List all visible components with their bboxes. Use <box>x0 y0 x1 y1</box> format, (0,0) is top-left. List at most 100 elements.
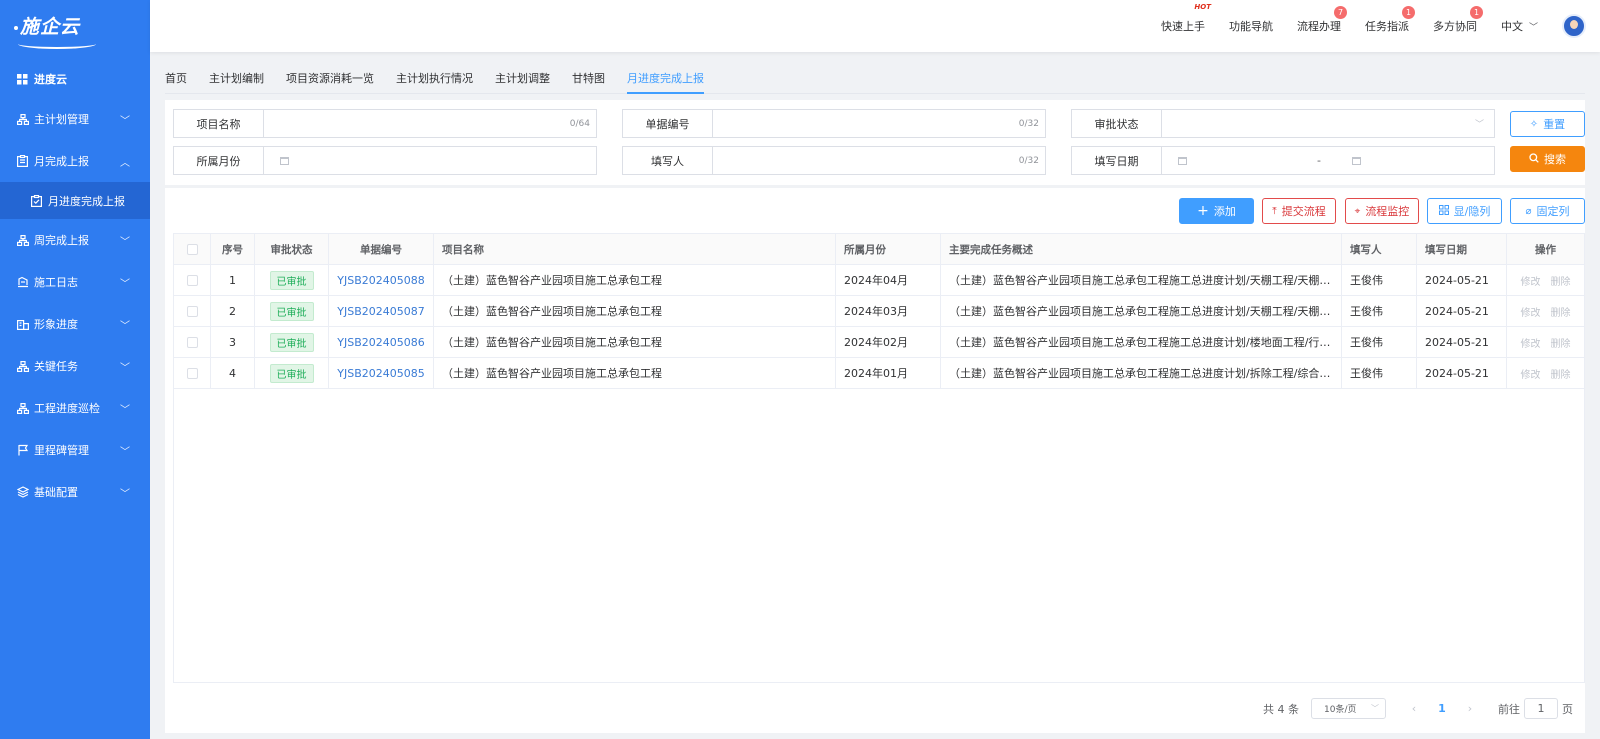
next-page-button[interactable]: › <box>1456 702 1484 715</box>
fix-columns-button[interactable]: ⌀ 固定列 <box>1510 198 1585 224</box>
fill-date-range[interactable]: - <box>1162 147 1494 174</box>
sidebar-item-label: 进度云 <box>34 73 67 86</box>
sidebar-item-master-plan[interactable]: 主计划管理 ﹀ <box>0 98 150 140</box>
select-all-checkbox[interactable] <box>186 243 198 255</box>
row-select-cell[interactable] <box>174 358 211 388</box>
doc-no-field: 单据编号 0/32 <box>622 109 1046 138</box>
row-no: 1 <box>211 265 255 295</box>
table-row[interactable]: 1 已审批 YJSB202405088 （土建）蓝色智谷产业园项目施工总承包工程… <box>174 265 1584 296</box>
page-size-select[interactable]: 10条/页 ﹀ <box>1311 698 1386 719</box>
sidebar-item-base-config[interactable]: 基础配置 ﹀ <box>0 471 150 513</box>
process-monitor-button[interactable]: ⌖ 流程监控 <box>1345 198 1419 224</box>
row-checkbox[interactable] <box>186 336 198 348</box>
row-ops: 修改 删除 <box>1507 296 1584 326</box>
sidebar-item-label: 月完成上报 <box>34 155 89 168</box>
broom-icon: ✧ <box>1529 118 1539 130</box>
approval-status-select[interactable]: ﹀ <box>1162 110 1494 137</box>
tab-master-plan-adjust[interactable]: 主计划调整 <box>495 60 550 94</box>
row-status-cell: 已审批 <box>255 358 329 388</box>
delete-button[interactable]: 删除 <box>1551 366 1571 381</box>
col-header-project: 项目名称 <box>434 234 836 264</box>
chevron-down-icon: ﹀ <box>120 115 130 127</box>
tab-home[interactable]: 首页 <box>165 60 187 94</box>
row-project: （土建）蓝色智谷产业园项目施工总承包工程 <box>434 296 836 326</box>
add-button[interactable]: + 添加 <box>1179 198 1254 224</box>
char-counter: 0/32 <box>1018 155 1039 166</box>
row-checkbox[interactable] <box>186 305 198 317</box>
sidebar-item-milestones[interactable]: 里程碑管理 ﹀ <box>0 429 150 471</box>
chevron-down-icon: ﹀ <box>120 278 130 290</box>
fill-date-field: 填写日期 - <box>1071 146 1495 175</box>
row-select-cell[interactable] <box>174 265 211 295</box>
table-row[interactable]: 2 已审批 YJSB202405087 （土建）蓝色智谷产业园项目施工总承包工程… <box>174 296 1584 327</box>
doc-code-link[interactable]: YJSB202405086 <box>337 336 424 349</box>
edit-button[interactable]: 修改 <box>1521 335 1541 350</box>
clipboard-check-icon <box>30 194 43 207</box>
delete-button[interactable]: 删除 <box>1551 304 1571 319</box>
col-header-user: 填写人 <box>1342 234 1417 264</box>
prev-page-button[interactable]: ‹ <box>1400 702 1428 715</box>
page-suffix: 页 <box>1562 702 1573 716</box>
sidebar-item-monthly-report[interactable]: 月完成上报 ︿ <box>0 140 150 182</box>
doc-code-link[interactable]: YJSB202405085 <box>337 367 424 380</box>
row-select-cell[interactable] <box>174 296 211 326</box>
col-header-code: 单据编号 <box>329 234 434 264</box>
crosshair-icon: ⌖ <box>1354 205 1361 217</box>
doc-code-link[interactable]: YJSB202405088 <box>337 274 424 287</box>
clipboard-icon <box>16 155 29 168</box>
function-nav-link[interactable]: 功能导航 <box>1229 18 1273 34</box>
edit-button[interactable]: 修改 <box>1521 366 1541 381</box>
sidebar-item-label: 施工日志 <box>34 276 78 289</box>
filler-input[interactable]: 0/32 <box>713 147 1045 174</box>
tab-master-plan-execution[interactable]: 主计划执行情况 <box>396 60 473 94</box>
app-logo[interactable]: 施企云 <box>0 0 150 58</box>
tab-monthly-progress-report[interactable]: 月进度完成上报 <box>627 60 704 94</box>
col-header-status: 审批状态 <box>255 234 329 264</box>
row-checkbox[interactable] <box>186 274 198 286</box>
row-select-cell[interactable] <box>174 327 211 357</box>
status-badge: 已审批 <box>269 363 314 383</box>
row-desc-cell: （土建）蓝色智谷产业园项目施工总承包工程施工总进度计划/天棚工程/天棚喷漆... <box>941 296 1342 326</box>
edit-button[interactable]: 修改 <box>1521 273 1541 288</box>
avatar[interactable] <box>1562 14 1586 38</box>
doc-no-label: 单据编号 <box>623 110 713 137</box>
table-row[interactable]: 4 已审批 YJSB202405085 （土建）蓝色智谷产业园项目施工总承包工程… <box>174 358 1584 389</box>
table-row[interactable]: 3 已审批 YJSB202405086 （土建）蓝色智谷产业园项目施工总承包工程… <box>174 327 1584 358</box>
search-button[interactable]: 搜索 <box>1510 146 1585 172</box>
tab-master-plan-compile[interactable]: 主计划编制 <box>209 60 264 94</box>
tab-resource-consumption[interactable]: 项目资源消耗一览 <box>286 60 374 94</box>
data-table: 序号 审批状态 单据编号 项目名称 所属月份 主要完成任务概述 填写人 填写日期… <box>173 233 1585 683</box>
task-link[interactable]: 任务指派 1 <box>1365 6 1415 34</box>
sidebar-item-image-progress[interactable]: 形象进度 ﹀ <box>0 303 150 345</box>
toggle-columns-button[interactable]: 显/隐列 <box>1427 198 1502 224</box>
edit-button[interactable]: 修改 <box>1521 304 1541 319</box>
table-panel: + 添加 ⤒ 提交流程 ⌖ 流程监控 显/隐列 ⌀ 固定列 序号 审批状态 单据… <box>165 188 1585 733</box>
current-page[interactable]: 1 <box>1428 702 1456 715</box>
sidebar-item-construction-log[interactable]: 施工日志 ﹀ <box>0 261 150 303</box>
submit-process-button[interactable]: ⤒ 提交流程 <box>1262 198 1336 224</box>
sidebar-item-key-tasks[interactable]: 关键任务 ﹀ <box>0 345 150 387</box>
col-header-desc: 主要完成任务概述 <box>941 234 1342 264</box>
sidebar-item-progress-cloud[interactable]: 进度云 <box>0 60 150 98</box>
process-link[interactable]: 流程办理 7 <box>1297 6 1347 34</box>
doc-code-link[interactable]: YJSB202405087 <box>337 305 424 318</box>
doc-no-input[interactable]: 0/32 <box>713 110 1045 137</box>
sidebar-item-weekly-report[interactable]: 周完成上报 ﹀ <box>0 219 150 261</box>
delete-button[interactable]: 删除 <box>1551 335 1571 350</box>
chevron-down-icon: ﹀ <box>120 404 130 416</box>
org-chart-icon <box>16 234 29 247</box>
quick-start-link[interactable]: 快速上手 HOT <box>1161 3 1211 34</box>
tab-gantt[interactable]: 甘特图 <box>572 60 605 94</box>
reset-button[interactable]: ✧ 重置 <box>1510 111 1585 137</box>
delete-button[interactable]: 删除 <box>1551 273 1571 288</box>
select-all-cell[interactable] <box>174 234 211 264</box>
sidebar-item-monthly-progress-report[interactable]: 月进度完成上报 <box>0 182 150 219</box>
sidebar-item-progress-inspection[interactable]: 工程进度巡检 ﹀ <box>0 387 150 429</box>
goto-page-input[interactable] <box>1524 698 1558 719</box>
month-picker[interactable] <box>264 147 596 174</box>
collab-link[interactable]: 多方协同 1 <box>1433 6 1483 34</box>
row-checkbox[interactable] <box>186 367 198 379</box>
project-name-input[interactable]: 0/64 <box>264 110 596 137</box>
chevron-down-icon: ﹀ <box>1528 22 1538 33</box>
language-select[interactable]: 中文 ﹀ <box>1501 18 1538 34</box>
